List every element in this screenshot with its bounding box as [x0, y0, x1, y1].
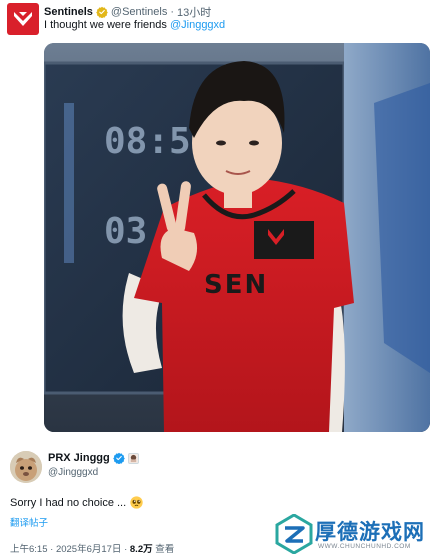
watermark-logo-icon — [275, 514, 313, 554]
mention-link[interactable]: @Jingggxd — [170, 19, 225, 31]
sentinels-avatar[interactable] — [7, 3, 39, 35]
reply-author-handle[interactable]: @Jingggxd — [48, 467, 98, 478]
reply-author: PRX Jinggg — [48, 452, 139, 464]
views-label: 查看 — [155, 544, 175, 555]
jersey-text: SEN — [204, 270, 268, 300]
reply-text-body: Sorry I had no choice ... — [10, 496, 127, 509]
reply-author-name[interactable]: PRX Jinggg — [48, 452, 110, 464]
meta-separator: · — [50, 544, 54, 555]
separator: · — [170, 6, 174, 18]
tweet-header: Sentinels @Sentinels · 13小时 — [44, 4, 211, 20]
tweet-text: I thought we were friends @Jingggxd — [44, 19, 225, 31]
watermark-url: WWW.CHUNCHUNHD.COM — [318, 543, 411, 550]
pleading-face-emoji — [130, 496, 143, 509]
watermark: 厚德游戏网 WWW.CHUNCHUNHD.COM — [275, 512, 443, 558]
verified-blue-icon — [112, 452, 125, 464]
sentinels-tweet: Sentinels @Sentinels · 13小时 I thought we… — [0, 0, 447, 440]
sentinels-logo-icon — [14, 12, 32, 26]
reply-text: Sorry I had no choice ... — [10, 496, 143, 509]
reply-time[interactable]: 上午6:15 — [10, 544, 48, 555]
prx-jinggg-avatar[interactable] — [10, 451, 42, 483]
author-name[interactable]: Sentinels — [44, 6, 93, 18]
tweet-time[interactable]: 13小时 — [177, 4, 211, 20]
avatar-image — [10, 451, 42, 483]
author-handle[interactable]: @Sentinels — [111, 6, 167, 18]
reply-date[interactable]: 2025年6月17日 — [56, 544, 121, 555]
view-count: 8.2万 — [129, 544, 153, 555]
translate-post-link[interactable]: 翻译帖子 — [10, 515, 48, 529]
svg-text:03: 03 — [104, 211, 147, 252]
tweet-text-body: I thought we were friends — [44, 19, 170, 31]
reply-meta: 上午6:15 · 2025年6月17日 · 8.2万 查看 — [10, 541, 174, 555]
photo-illustration: 08:58 03 SEN — [44, 43, 430, 432]
affiliate-badge-icon[interactable] — [127, 452, 139, 464]
watermark-name: 厚德游戏网 — [315, 520, 425, 544]
meta-separator: · — [124, 544, 128, 555]
tweet-photo[interactable]: 08:58 03 SEN — [44, 43, 430, 432]
verified-gold-icon — [96, 6, 108, 18]
